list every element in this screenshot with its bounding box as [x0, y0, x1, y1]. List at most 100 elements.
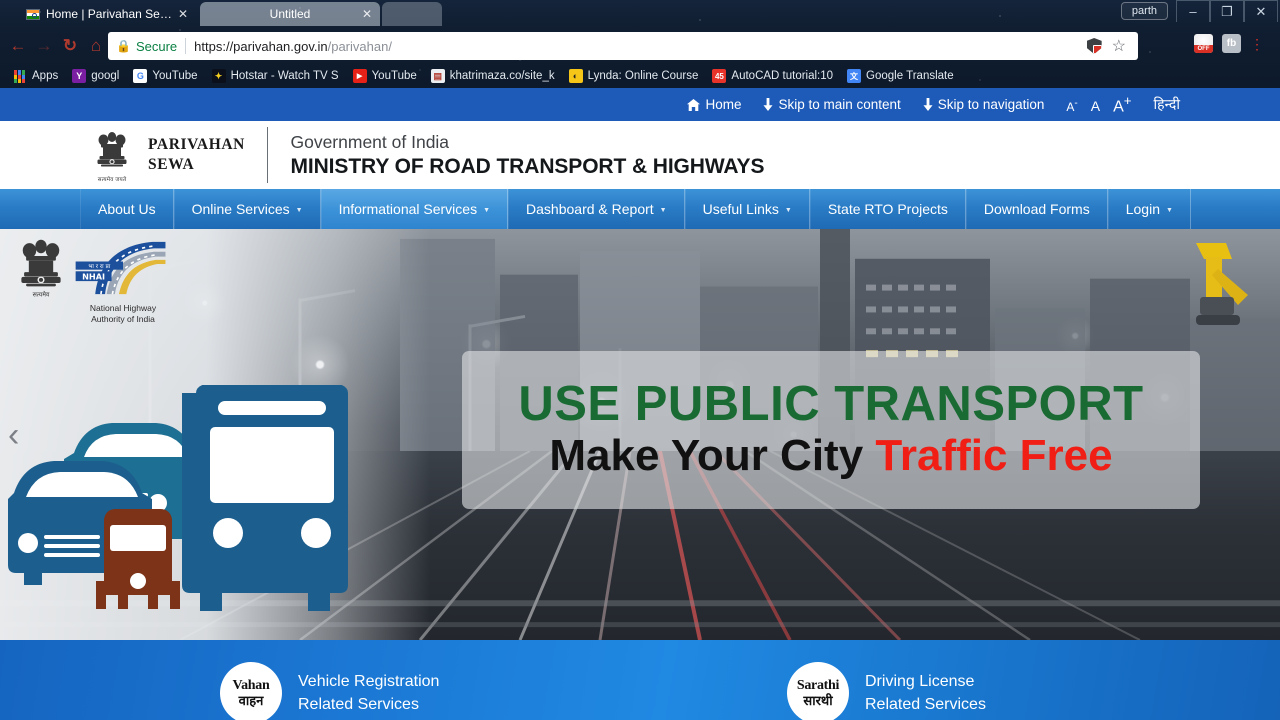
- ashoka-emblem-icon: सत्यमेव: [21, 239, 61, 299]
- font-size-controls: A- A A+: [1066, 93, 1131, 116]
- brand-line-1: PARIVAHAN: [148, 136, 245, 154]
- bookmark-apps[interactable]: Apps: [8, 68, 64, 85]
- url-domain: https://parivahan.gov.in: [194, 38, 328, 54]
- nhai-caption-line-1: National Highway: [89, 302, 157, 313]
- service-title: Driving License: [865, 672, 975, 690]
- carousel-prev-button[interactable]: ‹: [8, 418, 19, 452]
- menu-item-about-us[interactable]: About Us: [80, 189, 174, 229]
- chevron-down-icon: ▼: [1166, 206, 1173, 214]
- browser-menu-icon[interactable]: ⋮: [1250, 37, 1264, 51]
- vahan-badge-icon: Vahan वाहन: [220, 662, 282, 720]
- service-card-driving-license[interactable]: Sarathi सारथी Driving License Related Se…: [787, 662, 986, 720]
- url-path: /parivahan/: [327, 38, 392, 54]
- bookmark-star-icon[interactable]: ☆: [1112, 36, 1126, 56]
- bookmark-autocad[interactable]: 45 AutoCAD tutorial:10: [706, 67, 839, 85]
- vehicles-illustration: [6, 383, 366, 630]
- tab-close-icon[interactable]: ✕: [178, 7, 188, 21]
- apps-grid-icon: [14, 69, 27, 83]
- browser-tab-inactive[interactable]: Untitled ✕: [200, 2, 380, 26]
- menu-item-useful-links[interactable]: Useful Links ▼: [684, 189, 810, 229]
- sarathi-badge-icon: Sarathi सारथी: [787, 662, 849, 720]
- address-bar[interactable]: 🔒 Secure https://parivahan.gov.in/pariva…: [108, 32, 1138, 60]
- bookmark-googl[interactable]: Y googl: [66, 67, 125, 85]
- bookmark-youtube[interactable]: ▶ YouTube: [347, 67, 423, 85]
- bookmark-label: Lynda: Online Course: [587, 70, 699, 82]
- service-text: Vehicle Registration Related Services: [298, 670, 439, 716]
- bookmark-label: googl: [91, 70, 120, 82]
- down-arrow-icon: [923, 98, 933, 111]
- font-increase-button[interactable]: A+: [1113, 93, 1131, 116]
- service-text: Driving License Related Services: [865, 670, 986, 716]
- forward-icon[interactable]: →: [32, 34, 56, 58]
- nhai-caption-line-2: Authority of India: [91, 314, 155, 325]
- nhai-emblem-group: सत्यमेव: [18, 237, 64, 304]
- new-tab-button[interactable]: [382, 2, 442, 26]
- brand-wordmark: PARIVAHAN SEWA: [148, 135, 245, 175]
- facebook-extension-icon[interactable]: fb: [1222, 34, 1241, 53]
- menu-label: Dashboard & Report: [526, 201, 654, 217]
- back-icon[interactable]: ←: [6, 34, 30, 58]
- profile-name-button[interactable]: parth: [1120, 2, 1168, 20]
- ashoka-emblem-icon: सत्यमेव जयते: [88, 127, 136, 183]
- bookmark-label: YouTube: [371, 70, 417, 82]
- menu-label: Online Services: [191, 201, 290, 217]
- chevron-down-icon: ▼: [295, 206, 303, 214]
- bus-cars-autorickshaw-icon: [8, 383, 348, 611]
- svg-text:सत्यमेव: सत्यमेव: [33, 291, 50, 299]
- bookmark-label: AutoCAD tutorial:10: [731, 70, 834, 82]
- menu-label: Informational Services: [338, 201, 478, 217]
- skip-main-label: Skip to main content: [778, 97, 901, 112]
- hero-caption-red-text: Traffic Free: [875, 431, 1113, 481]
- util-home-link[interactable]: Home: [687, 97, 741, 112]
- service-card-vehicle-registration[interactable]: Vahan वाहन Vehicle Registration Related …: [220, 662, 439, 720]
- menu-item-login[interactable]: Login ▼: [1107, 189, 1191, 229]
- reload-icon[interactable]: ↻: [58, 34, 82, 58]
- skip-to-navigation-link[interactable]: Skip to navigation: [923, 97, 1045, 112]
- bookmarks-bar: Apps Y googl G YouTube ✦ Hotstar - Watch…: [0, 64, 1280, 88]
- chevron-down-icon: ▼: [483, 206, 491, 214]
- adblock-off-icon[interactable]: [1194, 34, 1213, 53]
- menu-item-state-rto-projects[interactable]: State RTO Projects: [809, 189, 966, 229]
- menu-item-download-forms[interactable]: Download Forms: [965, 189, 1108, 229]
- menu-label: About Us: [98, 201, 156, 217]
- close-window-button[interactable]: ✕: [1244, 0, 1278, 22]
- menu-label: Login: [1125, 201, 1160, 217]
- translate-icon: 文: [847, 69, 862, 83]
- skip-to-main-content-link[interactable]: Skip to main content: [763, 97, 901, 112]
- menu-item-informational-services[interactable]: Informational Services ▼: [320, 189, 509, 229]
- language-switch-hindi[interactable]: हिन्दी: [1154, 95, 1180, 114]
- bookmark-label: Google Translate: [866, 70, 954, 82]
- skip-nav-label: Skip to navigation: [937, 97, 1045, 112]
- ministry-title: MINISTRY OF ROAD TRANSPORT & HIGHWAYS: [290, 155, 765, 179]
- masthead-divider: [266, 127, 269, 183]
- chevron-down-icon: ▼: [784, 206, 792, 214]
- bookmark-label: YouTube: [152, 70, 198, 82]
- tab-close-icon[interactable]: ✕: [362, 7, 372, 21]
- bookmark-khatrimaza[interactable]: ▤ khatrimaza.co/site_k: [425, 67, 561, 85]
- window-controls: – ❐ ✕: [1176, 0, 1278, 22]
- menu-label: State RTO Projects: [827, 201, 948, 217]
- bookmark-label: Hotstar - Watch TV S: [230, 70, 339, 82]
- secure-label: Secure: [135, 38, 178, 54]
- bookmark-youtube-g[interactable]: G YouTube: [127, 67, 203, 85]
- font-decrease-button[interactable]: A-: [1066, 98, 1077, 114]
- font-normal-button[interactable]: A: [1091, 98, 1100, 114]
- home-icon[interactable]: ⌂: [84, 34, 108, 58]
- font-increase-sup: +: [1123, 92, 1132, 108]
- yellow-construction-crane-icon: [1196, 243, 1248, 325]
- tab-title: Untitled: [269, 7, 311, 21]
- service-subtitle: Related Services: [865, 696, 986, 713]
- bookmark-google-translate[interactable]: 文 Google Translate: [841, 67, 960, 85]
- util-home-label: Home: [705, 97, 742, 112]
- shield-blocked-icon[interactable]: [1086, 38, 1102, 54]
- menu-item-online-services[interactable]: Online Services ▼: [173, 189, 321, 229]
- main-navigation: About Us Online Services ▼ Informational…: [0, 189, 1280, 229]
- bookmark-lynda[interactable]: ◐ Lynda: Online Course: [563, 67, 705, 85]
- menu-item-dashboard-report[interactable]: Dashboard & Report ▼: [508, 189, 685, 229]
- browser-tab-active[interactable]: Home | Parivahan Sewa ✕: [18, 2, 196, 26]
- minimize-button[interactable]: –: [1176, 0, 1210, 22]
- bookmark-hotstar[interactable]: ✦ Hotstar - Watch TV S: [206, 67, 345, 85]
- utility-nav-bar: Home Skip to main content Skip to naviga…: [0, 88, 1280, 121]
- sarathi-badge-en: Sarathi: [796, 678, 840, 693]
- restore-button[interactable]: ❐: [1210, 0, 1244, 22]
